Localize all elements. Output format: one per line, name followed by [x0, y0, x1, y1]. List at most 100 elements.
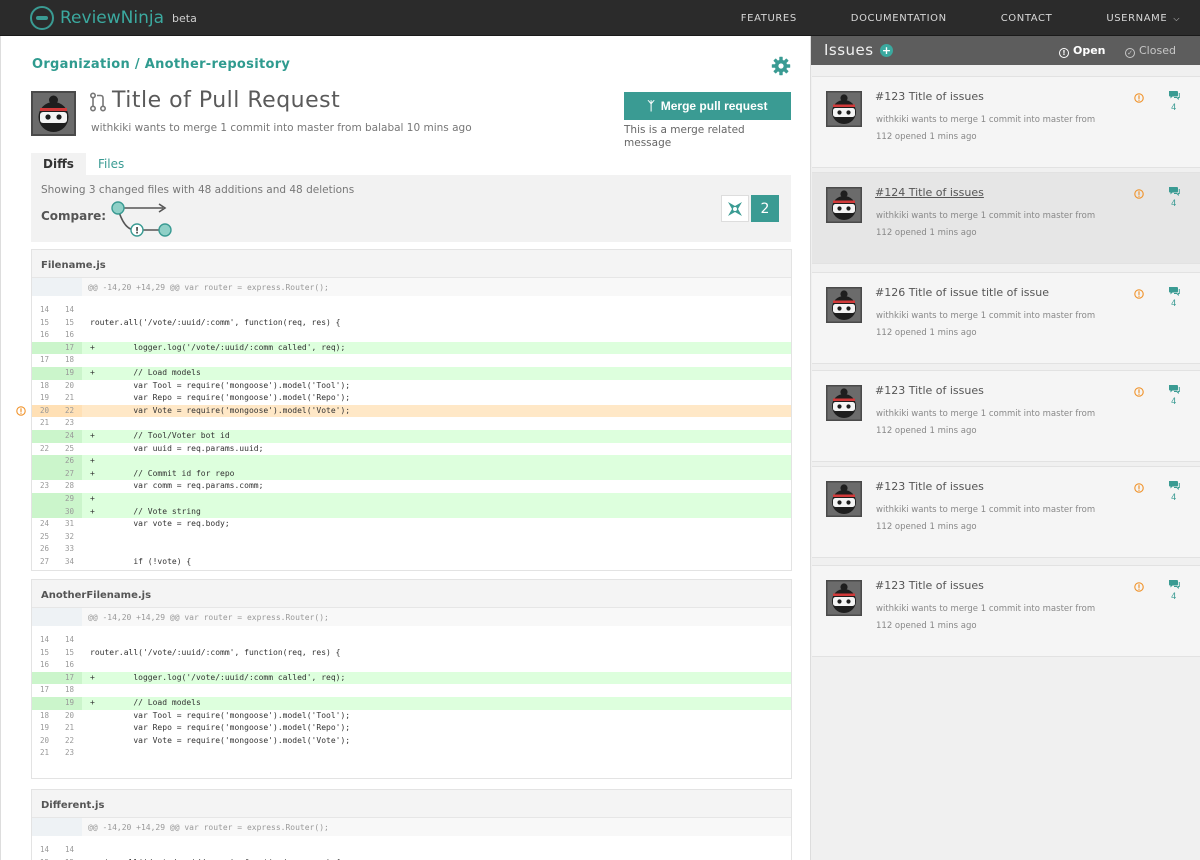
- diff-line[interactable]: 27 + // Commit id for repo: [32, 467, 791, 481]
- issue-card[interactable]: #126 Title of issue title of issue withki…: [812, 272, 1200, 364]
- tab-files[interactable]: Files: [86, 153, 136, 176]
- diff-line[interactable]: 18 20 var Tool = require('mongoose').mode…: [32, 380, 791, 393]
- diff-line[interactable]: 22 25 var uuid = req.params.uuid;: [32, 443, 791, 456]
- issue-card[interactable]: #123 Title of issues withkiki wants to me…: [812, 370, 1200, 462]
- gear-icon[interactable]: [771, 56, 791, 76]
- new-line-number: 16: [64, 330, 75, 340]
- comments-icon[interactable]: [1168, 90, 1180, 100]
- diff-line[interactable]: 24 31 var vote = req.body;: [32, 518, 791, 531]
- diff-line[interactable]: 19 + // Load models: [32, 366, 791, 380]
- diff-file-name[interactable]: Filename.js: [32, 250, 791, 278]
- old-line-number: 20: [32, 404, 57, 418]
- diff-summary: Showing 3 changed files with 48 addition…: [31, 175, 791, 242]
- diff-line[interactable]: 1515router.all('/vote/:uuid/:comm', func…: [32, 857, 791, 860]
- diff-line[interactable]: 26 +: [32, 455, 791, 468]
- diff-line[interactable]: 14 14: [32, 844, 791, 857]
- app-logo[interactable]: ReviewNinja beta: [30, 6, 197, 30]
- diff-line[interactable]: 27 34 if (!vote) {: [32, 556, 791, 569]
- filter-open[interactable]: ! Open: [1059, 44, 1106, 58]
- diff-line[interactable]: 17 18: [32, 684, 791, 697]
- ninja-star-count: 2: [751, 195, 779, 222]
- nav-features[interactable]: FEATURES: [741, 13, 797, 24]
- code-text: + logger.log('/vote/:uuid/:comm called',…: [90, 672, 346, 682]
- nav-documentation[interactable]: DOCUMENTATION: [851, 13, 947, 24]
- issue-card[interactable]: #123 Title of issues withkiki wants to me…: [812, 565, 1200, 657]
- issue-card[interactable]: #124 Title of issues withkiki wants to me…: [812, 172, 1200, 264]
- nav-contact[interactable]: CONTACT: [1001, 13, 1053, 24]
- diff-line[interactable]: 19 21 var Repo = require('mongoose').mode…: [32, 722, 791, 735]
- diff-line[interactable]: 1515router.all('/vote/:uuid/:comm', func…: [32, 317, 791, 330]
- diff-line[interactable]: 30 + // Vote string: [32, 505, 791, 519]
- issue-title[interactable]: #126 Title of issue title of issue: [875, 286, 1049, 299]
- old-line-number: [32, 492, 57, 506]
- author-avatar[interactable]: [31, 91, 76, 136]
- diff-line[interactable]: 29 +: [32, 492, 791, 506]
- diff-line[interactable]: 21 23: [32, 747, 791, 760]
- merge-pull-request-button[interactable]: ᛉ Merge pull request: [624, 92, 791, 120]
- diff-line[interactable]: 23 28 var comm = req.params.comm;: [32, 480, 791, 493]
- diff-line[interactable]: 16 16: [32, 659, 791, 672]
- issue-card[interactable]: #123 Title of issues withkiki wants to me…: [812, 466, 1200, 558]
- diff-line[interactable]: 18 20 var Tool = require('mongoose').mode…: [32, 710, 791, 723]
- comments-icon[interactable]: [1168, 579, 1180, 589]
- filter-open-label: Open: [1073, 44, 1106, 57]
- comment-count: 4: [1171, 592, 1177, 602]
- ninja-star-icon: [728, 201, 742, 216]
- issue-title[interactable]: #123 Title of issues: [875, 480, 984, 493]
- diff-line[interactable]: 19 21 var Repo = require('mongoose').mode…: [32, 392, 791, 405]
- diff-line[interactable]: 20 22 var Vote = require('mongoose').mode…: [32, 735, 791, 748]
- issue-title[interactable]: #123 Title of issues: [875, 579, 984, 592]
- issue-title[interactable]: #123 Title of issues: [875, 90, 984, 103]
- new-line-number: 22: [64, 735, 75, 745]
- issue-avatar: [826, 580, 862, 616]
- issue-title[interactable]: #124 Title of issues: [875, 186, 984, 199]
- new-line-number: 16: [64, 660, 75, 670]
- filter-closed[interactable]: ✓ Closed: [1125, 44, 1176, 58]
- diff-line[interactable]: 25 32: [32, 531, 791, 544]
- diff-line[interactable]: 20 22 var Vote = require('mongoose').mode…: [32, 404, 791, 418]
- comments-icon[interactable]: [1168, 384, 1180, 394]
- compare-graph-icon[interactable]: !: [109, 200, 175, 238]
- user-menu[interactable]: USERNAME ⌵: [1106, 13, 1180, 24]
- diff-line[interactable]: 21 23: [32, 417, 791, 430]
- issue-description: withkiki wants to merge 1 commit into ma…: [876, 311, 1096, 321]
- diff-line[interactable]: 24 + // Tool/Voter bot id: [32, 429, 791, 443]
- issue-meta: 112 opened 1 mins ago: [876, 132, 977, 142]
- issue-description: withkiki wants to merge 1 commit into ma…: [876, 211, 1096, 221]
- add-issue-icon[interactable]: +: [880, 44, 893, 57]
- diff-line[interactable]: 17 + logger.log('/vote/:uuid/:comm called…: [32, 341, 791, 355]
- new-line-number: 30: [57, 505, 82, 519]
- comments-icon[interactable]: [1168, 186, 1180, 196]
- comments-icon[interactable]: [1168, 480, 1180, 490]
- warning-icon: [1134, 289, 1144, 299]
- issue-card[interactable]: #123 Title of issues withkiki wants to me…: [812, 76, 1200, 168]
- diff-line[interactable]: 26 33: [32, 543, 791, 556]
- diff-line[interactable]: 19 + // Load models: [32, 696, 791, 710]
- tab-diffs[interactable]: Diffs: [31, 153, 86, 176]
- ninja-star-button[interactable]: [721, 195, 749, 222]
- new-line-number: 19: [57, 696, 82, 710]
- comments-icon[interactable]: [1168, 286, 1180, 296]
- diff-line[interactable]: 14 14: [32, 304, 791, 317]
- issue-description: withkiki wants to merge 1 commit into ma…: [876, 505, 1096, 515]
- pull-request-icon: [89, 92, 107, 112]
- comment-count: 4: [1171, 493, 1177, 503]
- diff-file-name[interactable]: AnotherFilename.js: [32, 580, 791, 608]
- breadcrumb[interactable]: Organization / Another-repository: [32, 57, 290, 72]
- diff-line[interactable]: 14 14: [32, 634, 791, 647]
- old-line-number: 16: [39, 330, 50, 340]
- diff-line[interactable]: 16 16: [32, 329, 791, 342]
- diff-line[interactable]: 1515router.all('/vote/:uuid/:comm', func…: [32, 647, 791, 660]
- pull-request-panel: Organization / Another-repository Title …: [0, 36, 810, 860]
- beta-badge: beta: [172, 11, 197, 25]
- diff-line[interactable]: 17 18: [32, 354, 791, 367]
- app-name: ReviewNinja: [60, 8, 165, 28]
- issue-title[interactable]: #123 Title of issues: [875, 384, 984, 397]
- code-text: + logger.log('/vote/:uuid/:comm called',…: [90, 342, 346, 352]
- diff-file-name[interactable]: Different.js: [32, 790, 791, 818]
- old-line-number: 27: [39, 556, 50, 566]
- diff-line[interactable]: 17 + logger.log('/vote/:uuid/:comm called…: [32, 671, 791, 685]
- new-line-number: 18: [64, 355, 75, 365]
- line-warning-icon[interactable]: [16, 406, 26, 416]
